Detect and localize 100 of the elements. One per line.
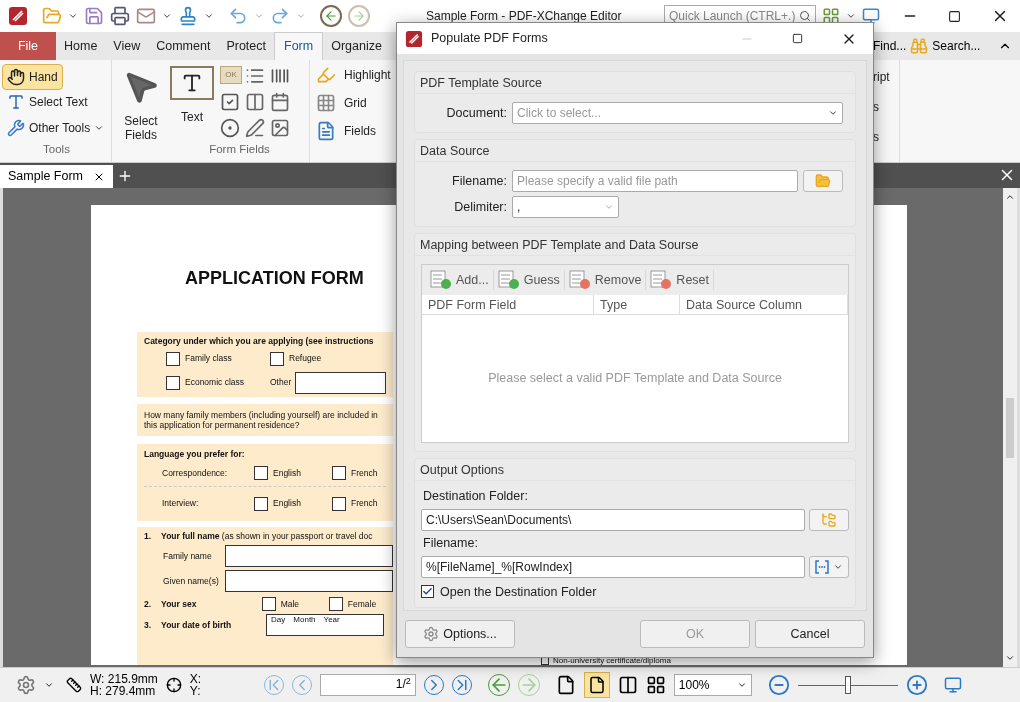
maximize-button[interactable]	[948, 9, 961, 23]
radio-button-icon[interactable]	[220, 118, 240, 138]
caret-icon[interactable]	[68, 11, 78, 21]
tool-button[interactable]: Hand	[2, 64, 63, 90]
macro-button[interactable]	[809, 555, 849, 578]
mail-icon[interactable]	[136, 6, 156, 26]
vertical-scrollbar[interactable]	[1003, 188, 1017, 667]
multi-page-icon[interactable]	[645, 675, 666, 695]
redo-icon[interactable]	[270, 6, 290, 26]
field-label: Filename:	[422, 534, 479, 552]
dialog-button[interactable]: Options...	[405, 620, 515, 648]
item-title: Your date of birth	[161, 618, 233, 632]
item-number: 2.	[144, 597, 152, 611]
filename-field[interactable]: Please specify a valid file path	[512, 170, 798, 192]
list-box-icon[interactable]	[245, 66, 265, 86]
ribbon-tab[interactable]: Protect	[218, 32, 274, 60]
caret-icon[interactable]	[162, 11, 172, 21]
caret-icon[interactable]	[44, 680, 54, 690]
maximize-button[interactable]	[792, 33, 803, 44]
form-tool-button[interactable]: Grid	[316, 92, 391, 114]
item-title: Your full name (as shown in your passport or travel doc	[161, 529, 373, 543]
page-number-field[interactable]: 1/$^{2}$	[319, 674, 416, 696]
zoom-out-button[interactable]	[767, 674, 790, 696]
dialog-button[interactable]: Cancel	[755, 620, 865, 648]
binoculars-icon	[910, 37, 929, 55]
save-icon[interactable]	[84, 6, 104, 26]
ribbon-tab[interactable]: Form	[274, 32, 324, 60]
select-fields-button[interactable]: Select Fields	[117, 114, 165, 142]
checkbox[interactable]	[166, 375, 180, 390]
ribbon-tab[interactable]: View	[105, 32, 149, 60]
text-field-button[interactable]: Text	[181, 108, 203, 126]
barcode-icon[interactable]	[270, 66, 290, 86]
app-logo-icon	[405, 29, 423, 48]
form-tool-button[interactable]: Fields	[316, 120, 391, 142]
checkbox[interactable]	[261, 597, 276, 612]
checkbox[interactable]	[166, 351, 180, 366]
check-box-icon[interactable]	[220, 92, 240, 112]
field-label: Destination Folder:	[422, 488, 529, 505]
calendar-icon[interactable]	[270, 92, 290, 112]
scroll-up-icon[interactable]	[1005, 192, 1015, 202]
height-readout: H: 279.4mm	[90, 685, 157, 697]
destination-folder-field[interactable]: C:\Users\Sean\Documents\	[421, 508, 805, 531]
ribbon-item[interactable]: s	[873, 98, 899, 116]
print-icon[interactable]	[110, 6, 130, 26]
search-button[interactable]: Search...	[910, 37, 981, 55]
field-label: Other	[270, 376, 292, 390]
column-header[interactable]: PDF Form Field	[422, 295, 594, 315]
item-title: Your sex	[161, 597, 198, 611]
caret-icon[interactable]	[846, 11, 856, 21]
brackets-icon	[815, 559, 829, 574]
checkbox[interactable]	[270, 351, 284, 366]
checkbox[interactable]	[332, 496, 346, 511]
two-page-icon[interactable]	[617, 675, 638, 695]
signature-icon[interactable]	[245, 118, 265, 138]
name-field[interactable]	[225, 545, 393, 568]
ribbon-tab[interactable]: File	[0, 32, 56, 60]
undo-icon[interactable]	[228, 6, 248, 26]
image-icon[interactable]	[270, 118, 290, 138]
scroll-thumb[interactable]	[1006, 397, 1014, 458]
tool-button[interactable]: Other Tools	[2, 115, 110, 141]
toolbar-button[interactable]: Reset	[646, 270, 714, 290]
stamp-icon[interactable]	[178, 6, 198, 26]
date-part-label: Day	[271, 615, 286, 625]
document-tab[interactable]: Sample Form	[0, 165, 114, 188]
checkbox[interactable]	[254, 496, 268, 511]
date-field[interactable]: Day Month Year	[266, 614, 385, 637]
scroll-down-icon[interactable]	[1005, 653, 1015, 663]
caret-icon	[828, 108, 838, 118]
checkbox[interactable]	[254, 466, 268, 480]
ribbon-tab[interactable]: Comment	[148, 32, 219, 60]
ribbon-tab[interactable]: Home	[56, 32, 106, 60]
tool-button[interactable]: Select Text	[2, 89, 93, 116]
column-header[interactable]: Type	[594, 295, 680, 315]
zoom-slider[interactable]	[797, 675, 898, 695]
text-field-icon[interactable]	[170, 66, 214, 100]
toolbar-button[interactable]: Guess	[493, 270, 565, 290]
display-icon[interactable]	[943, 676, 962, 694]
ribbon-tab[interactable]: Organize	[323, 32, 390, 60]
form-tool-button[interactable]: Highlight	[316, 64, 391, 86]
checkbox[interactable]	[328, 597, 343, 612]
toolbar-button[interactable]: Remove	[564, 270, 647, 290]
ribbon-item[interactable]: ript	[873, 68, 899, 86]
caret-icon[interactable]	[204, 11, 214, 21]
zoom-dropdown[interactable]: 100%	[673, 674, 752, 696]
checkbox[interactable]	[421, 585, 434, 599]
find-button[interactable]: Find...	[873, 37, 907, 55]
toolbar-button[interactable]: Add...	[426, 270, 494, 290]
checkbox[interactable]	[332, 466, 346, 480]
settings-icon[interactable]	[16, 675, 36, 695]
output-filename-field[interactable]: %[FileName]_%[RowIndex]	[421, 555, 805, 578]
name-field[interactable]	[225, 570, 393, 593]
other-field[interactable]	[295, 371, 386, 394]
wrench-icon	[7, 118, 25, 137]
option-label: Refugee	[289, 352, 322, 366]
zoom-in-button[interactable]	[905, 674, 928, 696]
column-header[interactable]: Data Source Column	[680, 295, 848, 315]
layout-icon[interactable]	[822, 7, 840, 25]
delimiter-dropdown[interactable]: ,	[512, 196, 619, 218]
app-logo-icon[interactable]	[8, 6, 28, 26]
ribbon-item[interactable]: s	[873, 128, 899, 146]
